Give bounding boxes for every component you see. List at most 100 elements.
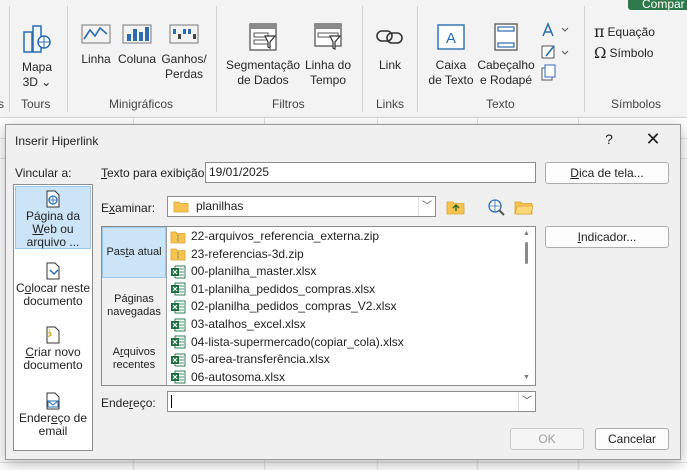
- header-footer-icon: [494, 23, 518, 51]
- timeline-button[interactable]: Linha do Tempo: [302, 22, 354, 88]
- help-button[interactable]: ?: [602, 131, 616, 147]
- group-label-symbols: Símbolos: [611, 97, 662, 111]
- slicer-icon: [249, 23, 277, 51]
- file-list-item[interactable]: 03-atalhos_excel.xlsx: [170, 316, 306, 333]
- display-text-label: Texto para exibição:: [101, 166, 208, 180]
- look-in-combobox[interactable]: planilhas ﹀: [167, 196, 436, 217]
- close-button[interactable]: ✕: [641, 128, 665, 150]
- vertical-scrollbar[interactable]: ▲ ▼: [518, 227, 535, 385]
- separator: [584, 6, 585, 112]
- file-list-item[interactable]: 22-arquivos_referencia_externa.zip: [170, 228, 379, 245]
- link-to-bar: Página da Web ou arquivo ... Colocar neste…: [13, 184, 93, 451]
- folder-up-icon: [446, 201, 465, 215]
- equation-button[interactable]: π Equação: [594, 22, 655, 41]
- sparkline-winloss-button[interactable]: Ganhos/ Perdas: [160, 22, 208, 82]
- bookmark-button[interactable]: Indicador...: [545, 226, 669, 248]
- sparkline-column-label: Coluna: [117, 52, 157, 66]
- group-label-text: Texto: [486, 97, 515, 111]
- link-to-new-document[interactable]: Criar novo documento: [15, 323, 91, 375]
- file-list-item[interactable]: 00-planilha_master.xlsx: [170, 263, 316, 280]
- sparkline-winloss-icon: [169, 24, 199, 44]
- browsed-pages-tab[interactable]: Páginas navegadas: [102, 293, 166, 321]
- grid-line: [0, 462, 687, 463]
- scrollbar-thumb[interactable]: [525, 242, 528, 264]
- 3d-map-icon: [23, 25, 51, 53]
- file-list-item[interactable]: 23-referencias-3d.zip: [170, 246, 304, 263]
- file-list-item[interactable]: 04-lista-supermercado(copiar_cola).xlsx: [170, 334, 404, 351]
- sparkline-line-button[interactable]: Linha: [76, 22, 116, 67]
- display-text-input[interactable]: 19/01/2025: [205, 162, 536, 183]
- pi-icon: π: [594, 22, 605, 41]
- look-in-label: Examinar:: [101, 201, 156, 215]
- file-list-item[interactable]: 01-planilha_pedidos_compras.xlsx: [170, 281, 375, 298]
- open-folder-icon: [514, 201, 534, 215]
- up-one-folder-button[interactable]: [445, 196, 467, 218]
- share-label: Compar: [642, 0, 685, 10]
- link-icon: [376, 30, 403, 44]
- equation-label: Equação: [607, 24, 655, 39]
- file-list-item[interactable]: 06-autosoma.xlsx: [170, 369, 286, 385]
- browsed-pages-label: Páginas navegadas: [107, 293, 161, 318]
- zip-folder-icon: [170, 231, 186, 243]
- link-to-label: Vincular a:: [15, 166, 72, 180]
- scroll-up-icon[interactable]: ▲: [522, 230, 531, 237]
- ok-button[interactable]: OK: [510, 428, 584, 450]
- text-cursor: [171, 395, 172, 409]
- link-to-new-document-label: Criar novo documento: [23, 345, 83, 372]
- file-name: 23-referencias-3d.zip: [191, 246, 304, 261]
- share-button[interactable]: Compar: [628, 0, 687, 10]
- address-input[interactable]: ﹀: [167, 391, 536, 412]
- email-icon: [46, 392, 60, 410]
- timeline-icon: [314, 23, 342, 50]
- browse-file-button[interactable]: [513, 196, 535, 218]
- chevron-down-icon[interactable]: ﹀: [518, 392, 535, 411]
- omega-icon: Ω: [594, 44, 607, 62]
- excel-file-icon: [171, 353, 186, 367]
- recent-files-tab[interactable]: Arquivos recentes: [102, 346, 166, 374]
- file-name: 00-planilha_master.xlsx: [191, 264, 317, 279]
- symbol-label: Símbolo: [609, 46, 654, 60]
- header-footer-button[interactable]: Cabeçalho e Rodapé: [477, 22, 535, 88]
- close-icon: ✕: [645, 129, 661, 149]
- link-to-this-document[interactable]: Colocar neste documento: [15, 259, 91, 311]
- 3d-map-button[interactable]: Mapa 3D ⌄: [16, 22, 58, 90]
- browse-sections: Pasta atual Páginas navegadas Arquivos rec…: [102, 227, 167, 385]
- group-label-links: Links: [376, 97, 405, 111]
- browse-web-button[interactable]: [485, 196, 507, 218]
- 3d-map-label: Mapa 3D ⌄: [21, 60, 53, 89]
- group-label-sparklines: Minigráficos: [109, 97, 174, 111]
- link-to-this-document-label: Colocar neste documento: [15, 281, 91, 308]
- separator: [417, 6, 418, 112]
- excel-file-icon: [171, 335, 186, 349]
- excel-file-icon: [171, 282, 186, 296]
- link-to-email-address[interactable]: Endereço de email: [15, 389, 91, 441]
- recent-files-label: Arquivos recentes: [112, 346, 156, 371]
- look-in-value: planilhas: [196, 199, 244, 213]
- file-name: 05-area-transferência.xlsx: [191, 352, 330, 367]
- separator: [362, 6, 363, 112]
- link-button[interactable]: Link: [370, 22, 410, 73]
- file-list-item[interactable]: 05-area-transferência.xlsx: [170, 351, 330, 368]
- timeline-label: Linha do Tempo: [304, 58, 352, 87]
- file-name: 06-autosoma.xlsx: [191, 369, 286, 384]
- address-label: Endereço:: [101, 396, 156, 410]
- text-box-label: Caixa de Texto: [428, 58, 474, 87]
- header-footer-label: Cabeçalho e Rodapé: [477, 58, 535, 87]
- chevron-down-icon[interactable]: ﹀: [418, 197, 435, 216]
- symbol-button[interactable]: Ω Símbolo: [594, 44, 653, 62]
- group-label-tours: Tours: [21, 97, 51, 111]
- sparkline-column-icon: [122, 24, 152, 44]
- cancel-button[interactable]: Cancelar: [595, 428, 669, 450]
- text-box-button[interactable]: A Caixa de Texto: [426, 22, 476, 88]
- sparkline-column-button[interactable]: Coluna: [116, 22, 158, 67]
- place-in-document-icon: [46, 262, 60, 280]
- current-folder-tab[interactable]: Pasta atual: [102, 227, 166, 278]
- text-small-icons[interactable]: [540, 22, 570, 84]
- screentip-button[interactable]: Dica de tela...: [545, 162, 669, 184]
- link-label: Link: [378, 58, 401, 72]
- scroll-down-icon[interactable]: ▼: [522, 374, 531, 381]
- slicer-button[interactable]: Segmentação de Dados: [226, 22, 300, 88]
- excel-file-icon: [171, 370, 186, 384]
- file-list-item[interactable]: 02-planilha_pedidos_compras_V2.xlsx: [170, 298, 396, 315]
- link-to-web-page-or-file[interactable]: Página da Web ou arquivo ...: [15, 186, 91, 249]
